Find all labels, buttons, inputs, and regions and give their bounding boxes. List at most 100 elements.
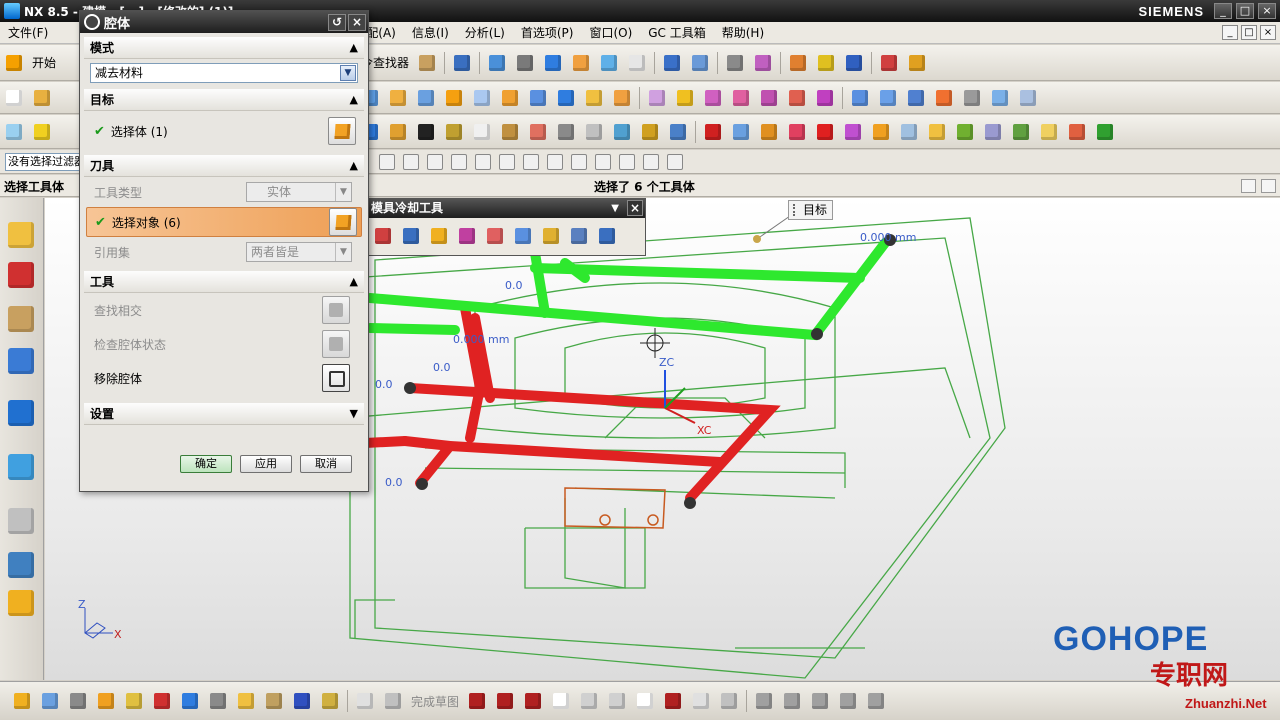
circle-icon[interactable] [549, 689, 573, 713]
remove-cavity-row[interactable]: 移除腔体 [86, 361, 362, 395]
mold-tools-icon[interactable] [897, 120, 921, 144]
pocket-icon[interactable] [554, 86, 578, 110]
parting-icon[interactable] [925, 120, 949, 144]
runner-icon[interactable] [869, 120, 893, 144]
cavity-icon[interactable] [701, 120, 725, 144]
menu-information[interactable]: 信息(I) [404, 24, 457, 41]
dimension-icon[interactable] [877, 51, 901, 75]
geometric-constraint-icon[interactable] [864, 689, 888, 713]
ruler-icon[interactable] [905, 51, 929, 75]
cooling-channel-icon[interactable] [399, 224, 423, 248]
quick-extend-icon[interactable] [780, 689, 804, 713]
start-menu-button[interactable]: 开始 [28, 54, 60, 71]
cue-restore-button[interactable] [1241, 179, 1256, 193]
cue-close-button[interactable] [1261, 179, 1276, 193]
mold-csys-icon[interactable] [386, 120, 410, 144]
extrude-icon[interactable] [414, 86, 438, 110]
baffle-icon[interactable] [539, 224, 563, 248]
select-rectangle-icon[interactable] [379, 153, 395, 170]
select-object-button[interactable] [329, 208, 357, 236]
select-face-icon[interactable] [427, 153, 443, 170]
chevron-down-icon[interactable]: ▼ [340, 65, 356, 81]
apply-button[interactable]: 应用 [240, 455, 292, 473]
doc-restore-button[interactable]: □ [1241, 25, 1257, 40]
menu-preferences[interactable]: 首选项(P) [513, 24, 582, 41]
render-style-icon[interactable] [513, 51, 537, 75]
menu-help[interactable]: 帮助(H) [714, 24, 772, 41]
section-settings[interactable]: 设置 ▼ [84, 403, 364, 425]
rectangle-icon[interactable] [633, 689, 657, 713]
snap-quadrant-icon[interactable] [571, 153, 587, 170]
view-manager-icon[interactable] [610, 120, 634, 144]
reuse-library-icon[interactable] [8, 348, 34, 374]
select-body-row[interactable]: ✔ 选择体 (1) [86, 111, 362, 151]
info-icon[interactable] [450, 51, 474, 75]
snap-control-icon[interactable] [499, 153, 515, 170]
cooling-icon[interactable] [813, 120, 837, 144]
extend-channel-icon[interactable] [455, 224, 479, 248]
menu-gc-toolbox[interactable]: GC 工具箱 [640, 24, 714, 41]
background-icon[interactable] [625, 51, 649, 75]
hole-icon[interactable] [498, 86, 522, 110]
selection-icon[interactable] [842, 51, 866, 75]
assembly-tool-icon[interactable] [10, 689, 34, 713]
doc-close-button[interactable]: × [1260, 25, 1276, 40]
chamfer-sketch-icon[interactable] [605, 689, 629, 713]
reset-button[interactable]: ↺ [328, 13, 346, 31]
close-dialog-button[interactable]: × [348, 13, 366, 31]
mold-wizard-icon[interactable] [30, 120, 54, 144]
cylinder-icon[interactable] [386, 86, 410, 110]
assembly-icon[interactable] [415, 51, 439, 75]
chevron-down-icon[interactable]: ▼ [350, 403, 358, 425]
minimize-button[interactable]: _ [1214, 3, 1232, 19]
fit-view-icon[interactable] [485, 51, 509, 75]
ejector-icon[interactable] [554, 120, 578, 144]
bill-of-materials-icon[interactable] [638, 120, 662, 144]
snap-pole-icon[interactable] [667, 153, 683, 170]
chevron-up-icon[interactable]: ▲ [350, 155, 358, 177]
chamfer-icon[interactable] [610, 86, 634, 110]
line-icon[interactable] [493, 689, 517, 713]
system-materials-icon[interactable] [8, 552, 34, 578]
chevron-up-icon[interactable]: ▲ [350, 37, 358, 59]
sweep-icon[interactable] [470, 86, 494, 110]
trim-mold-icon[interactable] [785, 120, 809, 144]
insert-icon[interactable] [1009, 120, 1033, 144]
select-body-button[interactable] [328, 117, 356, 145]
casting-icon[interactable] [1037, 120, 1061, 144]
mold-drawing-icon[interactable] [666, 120, 690, 144]
profile-icon[interactable] [465, 689, 489, 713]
polygon-icon[interactable] [717, 689, 741, 713]
select-object-row[interactable]: ✔ 选择对象 (6) [86, 207, 362, 237]
section-tool-body[interactable]: 刀具 ▲ [84, 155, 364, 177]
cancel-button[interactable]: 取消 [300, 455, 352, 473]
component-icon[interactable] [38, 689, 62, 713]
gate-icon[interactable] [841, 120, 865, 144]
mode-select[interactable]: 减去材料 ▼ [90, 63, 358, 83]
snap-center-icon[interactable] [547, 153, 563, 170]
chevron-down-icon[interactable]: ▼ [611, 199, 619, 218]
replace-component-icon[interactable] [66, 689, 90, 713]
through-curves-icon[interactable] [904, 86, 928, 110]
snap-intersection-icon[interactable] [523, 153, 539, 170]
split-body-icon[interactable] [757, 86, 781, 110]
section-mode[interactable]: 模式 ▲ [84, 37, 364, 59]
rapid-dimension-icon[interactable] [836, 689, 860, 713]
section-tools[interactable]: 工具 ▲ [84, 271, 364, 293]
assembly-constraint-icon[interactable] [150, 689, 174, 713]
edit-object-icon[interactable] [751, 51, 775, 75]
electrode-icon[interactable] [757, 120, 781, 144]
open-file-icon[interactable] [30, 86, 54, 110]
connect-channel-icon[interactable] [427, 224, 451, 248]
snap-existing-point-icon[interactable] [595, 153, 611, 170]
replace-face-icon[interactable] [813, 86, 837, 110]
move-object-icon[interactable] [688, 51, 712, 75]
subtract-icon[interactable] [673, 86, 697, 110]
snap-end-icon[interactable] [451, 153, 467, 170]
trim-body-icon[interactable] [729, 86, 753, 110]
sketch-icon[interactable] [353, 689, 377, 713]
workpiece-icon[interactable] [442, 120, 466, 144]
explode-icon[interactable] [206, 689, 230, 713]
check-region-icon[interactable] [953, 120, 977, 144]
slider-icon[interactable] [582, 120, 606, 144]
